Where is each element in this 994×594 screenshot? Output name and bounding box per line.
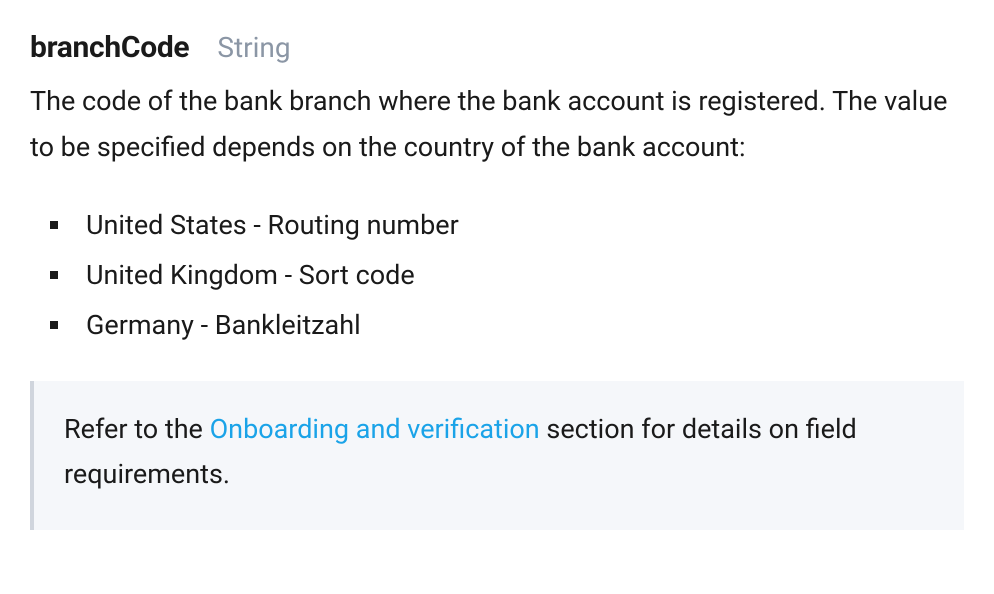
field-type: String	[217, 31, 290, 64]
list-item: United States - Routing number	[50, 201, 964, 251]
list-item: Germany - Bankleitzahl	[50, 301, 964, 351]
field-description: The code of the bank branch where the ba…	[30, 79, 964, 171]
field-name: branchCode	[30, 30, 189, 65]
onboarding-verification-link[interactable]: Onboarding and verification	[210, 413, 540, 445]
bullet-list: United States - Routing number United Ki…	[30, 201, 964, 351]
list-item: United Kingdom - Sort code	[50, 251, 964, 301]
field-header: branchCode String	[30, 30, 964, 65]
note-box: Refer to the Onboarding and verification…	[30, 381, 964, 531]
note-prefix-text: Refer to the	[64, 413, 210, 445]
